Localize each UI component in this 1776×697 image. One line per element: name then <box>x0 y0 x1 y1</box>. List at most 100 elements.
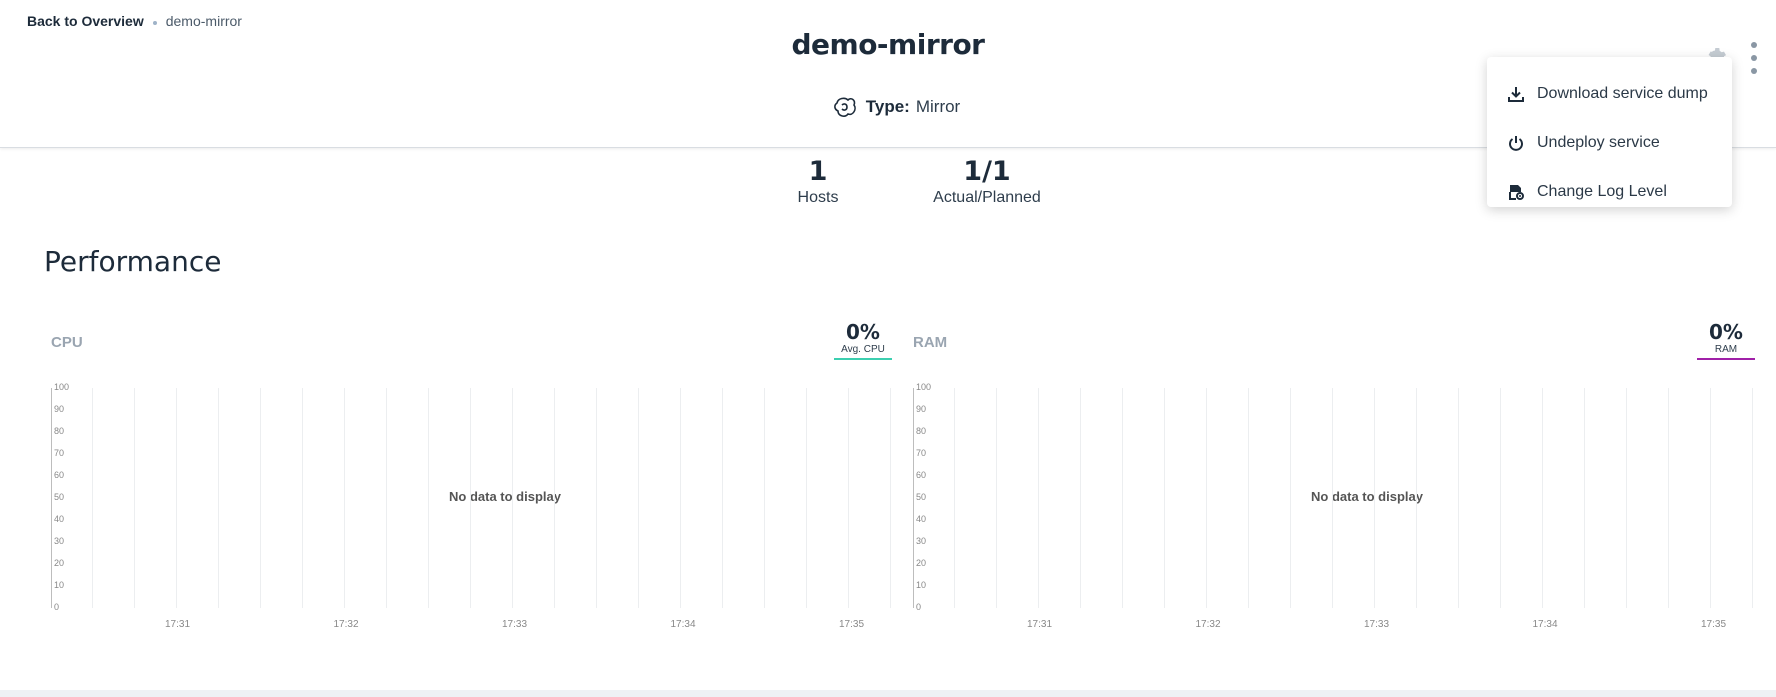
type-label: Type: <box>865 97 910 116</box>
grid-line <box>512 388 513 608</box>
x-tick-label: 17:34 <box>670 619 696 630</box>
menu-item-label: Download service dump <box>1537 84 1708 102</box>
performance-heading: Performance <box>44 245 222 278</box>
grid-line <box>1626 388 1627 608</box>
grid-line <box>1458 388 1459 608</box>
y-tick-label: 90 <box>54 404 65 414</box>
x-tick-label: 17:33 <box>502 619 528 630</box>
y-tick-label: 70 <box>54 448 65 458</box>
x-tick-label: 17:31 <box>165 619 191 630</box>
x-tick-label: 17:31 <box>1027 619 1053 630</box>
grid-line <box>596 388 597 608</box>
power-icon <box>1509 135 1523 151</box>
y-tick-label: 100 <box>916 382 932 392</box>
y-axis-line <box>913 388 914 608</box>
grid-line <box>1542 388 1543 608</box>
x-tick-label: 17:32 <box>1195 619 1221 630</box>
log-level-icon <box>1509 184 1524 200</box>
y-tick-label: 100 <box>54 382 70 392</box>
undeploy-service-item[interactable]: Undeploy service <box>1487 118 1732 167</box>
breadcrumb-current: demo-mirror <box>165 13 242 29</box>
grid-line <box>680 388 681 608</box>
x-tick-label: 17:33 <box>1364 619 1390 630</box>
stat-label: Hosts <box>797 189 839 206</box>
grid-line <box>806 388 807 608</box>
grid-line <box>1248 388 1249 608</box>
type-value: Mirror <box>915 97 961 116</box>
grid-line <box>954 388 955 608</box>
chart-title: RAM <box>913 334 948 351</box>
grid-line <box>554 388 555 608</box>
no-data-message: No data to display <box>449 489 561 504</box>
y-tick-label: 80 <box>916 426 927 436</box>
service-actions-menu: Download service dump Undeploy service C… <box>1487 57 1732 207</box>
grid-line <box>638 388 639 608</box>
x-tick-label: 17:32 <box>333 619 359 630</box>
menu-item-label: Change Log Level <box>1537 182 1667 200</box>
chart-legend[interactable]: 0% Avg. CPU <box>834 320 892 360</box>
x-tick-label: 17:34 <box>1532 619 1558 630</box>
y-tick-label: 80 <box>54 426 65 436</box>
legend-label: RAM <box>1714 344 1738 355</box>
y-tick-label: 0 <box>54 602 60 612</box>
breadcrumb-separator <box>152 21 157 25</box>
legend-label: Avg. CPU <box>841 344 885 355</box>
chart-legend[interactable]: 0% RAM <box>1697 320 1755 360</box>
menu-item-label: Undeploy service <box>1537 133 1660 151</box>
y-tick-label: 60 <box>916 470 927 480</box>
grid-line <box>1080 388 1081 608</box>
y-tick-label: 10 <box>916 580 927 590</box>
grid-line <box>470 388 471 608</box>
chart-title: CPU <box>51 334 83 351</box>
kebab-dot <box>1751 42 1757 48</box>
y-tick-label: 0 <box>916 602 922 612</box>
mirror-type-icon <box>832 94 858 120</box>
y-tick-label: 70 <box>916 448 927 458</box>
grid-line <box>1584 388 1585 608</box>
ram-chart: RAM 0% RAM No data to display 0 10 20 30 40 5… <box>913 318 1755 658</box>
y-tick-label: 40 <box>916 514 927 524</box>
breadcrumb: Back to Overview demo-mirror <box>27 13 242 29</box>
no-data-message: No data to display <box>1311 489 1423 504</box>
grid-line <box>302 388 303 608</box>
grid-line <box>722 388 723 608</box>
kebab-menu-icon[interactable] <box>1748 42 1760 74</box>
change-log-level-item[interactable]: Change Log Level <box>1487 167 1732 216</box>
grid-line <box>1206 388 1207 608</box>
legend-color-bar <box>834 358 892 360</box>
grid-line <box>1164 388 1165 608</box>
x-tick-label: 17:35 <box>839 619 865 630</box>
grid-line <box>218 388 219 608</box>
y-axis-line <box>51 388 52 608</box>
y-tick-label: 20 <box>54 558 65 568</box>
grid-line <box>1374 388 1375 608</box>
grid-line <box>848 388 849 608</box>
grid-line <box>92 388 93 608</box>
grid-line <box>1332 388 1333 608</box>
y-tick-label: 90 <box>916 404 927 414</box>
grid-line <box>386 388 387 608</box>
stat-actual-planned: 1/1 Actual/Planned <box>922 156 1052 207</box>
kebab-dot <box>1751 68 1757 74</box>
stat-label: Actual/Planned <box>933 189 1041 206</box>
grid-line <box>344 388 345 608</box>
back-to-overview-link[interactable]: Back to Overview <box>27 13 144 29</box>
grid-line <box>176 388 177 608</box>
download-icon <box>1508 86 1524 102</box>
grid-line <box>1500 388 1501 608</box>
grid-line <box>764 388 765 608</box>
grid-line <box>1290 388 1291 608</box>
grid-line <box>1122 388 1123 608</box>
y-tick-label: 50 <box>916 492 927 502</box>
y-tick-label: 10 <box>54 580 65 590</box>
footer-strip <box>0 690 1776 697</box>
download-service-dump-item[interactable]: Download service dump <box>1487 69 1732 118</box>
stat-value: 1 <box>808 156 828 187</box>
y-tick-label: 20 <box>916 558 927 568</box>
y-tick-label: 30 <box>54 536 65 546</box>
grid-line <box>1710 388 1711 608</box>
legend-value: 0% <box>846 320 880 344</box>
y-tick-label: 40 <box>54 514 65 524</box>
grid-line <box>134 388 135 608</box>
y-tick-label: 50 <box>54 492 65 502</box>
